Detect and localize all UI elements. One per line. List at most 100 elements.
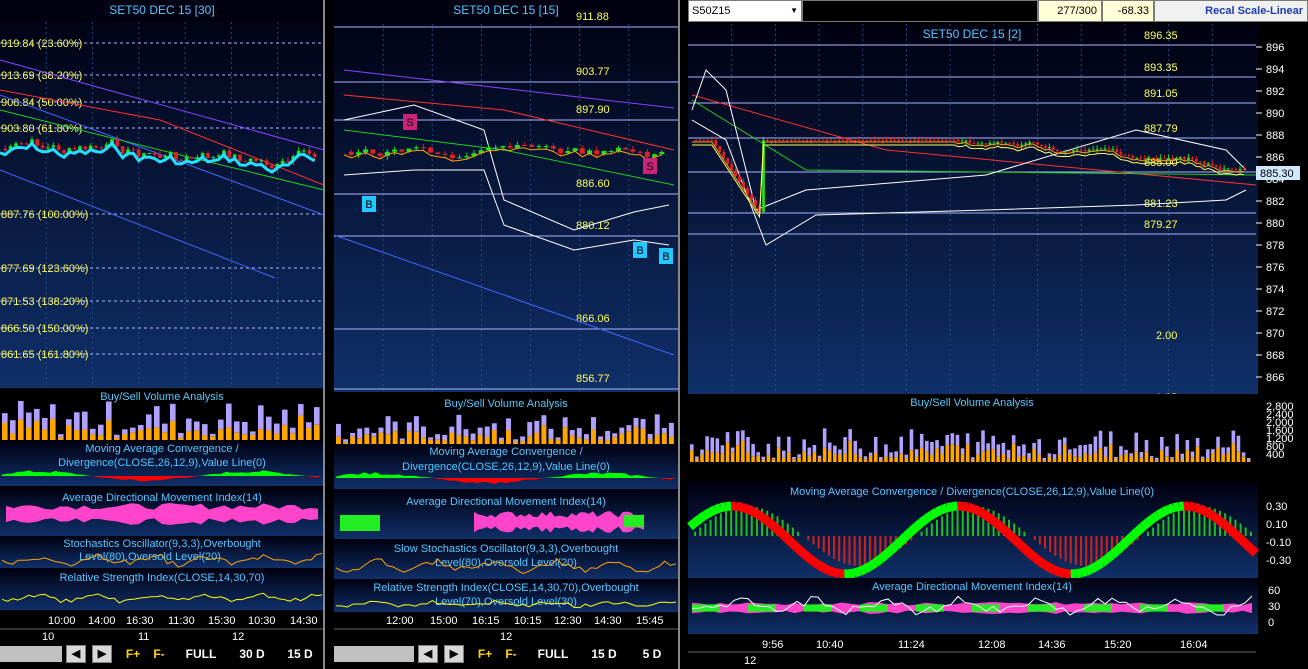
volume-buy-bar xyxy=(106,420,112,440)
volume-buy-bar xyxy=(154,427,160,440)
price-candle xyxy=(307,150,312,154)
price-candle xyxy=(948,140,952,141)
period-5d-button[interactable]: 5 D xyxy=(632,645,672,663)
scroll-right-button[interactable]: ▶ xyxy=(92,645,112,663)
volume-buy-bar xyxy=(647,438,653,444)
volume-sell-bar xyxy=(925,440,929,452)
price-candle xyxy=(348,151,354,155)
volume-buy-bar xyxy=(690,450,694,462)
volume-sell-bar xyxy=(1032,442,1036,450)
scroll-left-button[interactable]: ◀ xyxy=(66,645,86,663)
zoom-out-button[interactable]: F- xyxy=(500,645,522,663)
volume-sell-bar xyxy=(848,429,852,441)
macd-ribbon-segment xyxy=(1084,564,1094,576)
full-button[interactable]: FULL xyxy=(530,645,576,663)
macd-ribbon-segment xyxy=(1145,514,1156,527)
volume-sell-bar xyxy=(10,420,16,434)
chart-pane-30d[interactable]: SET50 DEC 15 [30] 919.84 (23.60%) 913.69 (… xyxy=(0,0,326,669)
volume-buy-bar xyxy=(827,450,832,462)
macd-ribbon-segment xyxy=(1134,523,1146,535)
price-candle xyxy=(493,147,499,149)
volume-sell-bar xyxy=(746,437,750,453)
price-candle xyxy=(1183,156,1186,160)
price-candle xyxy=(857,140,861,141)
scroll-right-button[interactable]: ▶ xyxy=(444,645,464,663)
signal-marker-label: B xyxy=(636,245,643,257)
price-candle xyxy=(543,146,549,148)
price-candle xyxy=(901,140,904,141)
volume-buy-bar xyxy=(138,430,144,440)
zoom-in-button[interactable]: F+ xyxy=(122,645,144,663)
recal-scale-button[interactable]: Recal Scale-Linear xyxy=(1154,0,1308,22)
volume-sell-bar xyxy=(1108,431,1113,445)
volume-buy-bar xyxy=(1052,458,1057,462)
price-candle xyxy=(428,147,434,153)
volume-sell-bar xyxy=(1170,457,1174,459)
volume-buy-bar xyxy=(2,423,8,440)
macd-ribbon-segment xyxy=(1053,566,1062,577)
price-candle xyxy=(99,147,104,149)
price-candle xyxy=(131,149,136,151)
price-candle xyxy=(211,156,216,158)
volume-sell-bar xyxy=(1093,436,1098,454)
volume-sell-bar xyxy=(654,414,660,435)
volume-buy-bar xyxy=(1001,453,1006,462)
y-axis-label: 866 xyxy=(1266,372,1284,384)
period-30d-button[interactable]: 30 D xyxy=(232,645,272,663)
macd-ribbon-segment xyxy=(1217,517,1228,529)
price-candle xyxy=(435,152,441,154)
volume-sell-bar xyxy=(1154,457,1159,461)
chart-canvas-30d[interactable]: SET50 DEC 15 [30]919.84 (23.60%)913.69 (… xyxy=(0,0,326,669)
date-label: 12 xyxy=(744,655,756,667)
volume-sell-bar xyxy=(282,409,288,425)
volume-buy-bar xyxy=(735,445,740,462)
zoom-in-button[interactable]: F+ xyxy=(474,645,496,663)
volume-buy-bar xyxy=(591,429,596,444)
chart-pane-15d[interactable]: SET50 DEC 15 [15] 911.88 903.77 897.90 886.6… xyxy=(334,0,680,669)
volume-sell-bar xyxy=(1211,449,1215,454)
macd-ribbon-segment xyxy=(1155,508,1166,519)
period-15d-button[interactable]: 15 D xyxy=(280,645,320,663)
scroll-left-button[interactable]: ◀ xyxy=(418,645,438,663)
volume-buy-bar xyxy=(282,424,288,440)
signal-marker-label: B xyxy=(365,199,372,211)
fib-label: 877.69 (123.60%) xyxy=(1,263,88,275)
volume-buy-bar xyxy=(242,434,248,440)
volume-buy-bar xyxy=(178,437,184,440)
volume-buy-bar xyxy=(766,455,771,462)
macd-ribbon-segment xyxy=(1103,551,1115,563)
price-candle xyxy=(913,140,916,141)
price-candle xyxy=(1040,144,1043,147)
change-readout: -68.33 xyxy=(1102,0,1154,22)
volume-sell-bar xyxy=(513,439,519,442)
volume-sell-bar xyxy=(598,436,604,440)
volume-sell-bar xyxy=(378,427,384,433)
period-15d-button[interactable]: 15 D xyxy=(584,645,624,663)
volume-buy-bar xyxy=(661,433,667,444)
volume-sell-bar xyxy=(336,423,341,437)
volume-buy-bar xyxy=(960,454,965,462)
volume-buy-bar xyxy=(1149,457,1154,462)
rsi-title: Relative Strength Index(CLOSE,14,30,70) xyxy=(60,572,265,584)
symbol-select[interactable]: S50Z15 ▼ xyxy=(688,0,802,22)
volume-buy-bar xyxy=(894,457,898,462)
macd-ribbon-segment xyxy=(1188,501,1196,512)
volume-title: Buy/Sell Volume Analysis xyxy=(910,397,1034,409)
chart-canvas-15d[interactable]: SET50 DEC 15 [15] 911.88 903.77 897.90 886.6… xyxy=(334,0,680,669)
y-axis-label: 872 xyxy=(1266,306,1284,318)
full-button[interactable]: FULL xyxy=(178,645,224,663)
price-candle xyxy=(1127,155,1131,157)
macd-ribbon-segment xyxy=(708,505,718,516)
adx-title: Average Directional Movement Index(14) xyxy=(62,492,262,504)
macd-ribbon-segment xyxy=(714,503,723,514)
volume-buy-bar xyxy=(26,427,32,440)
volume-sell-bar xyxy=(1236,435,1241,452)
volume-sell-bar xyxy=(154,406,160,428)
zoom-out-button[interactable]: F- xyxy=(148,645,170,663)
volume-sell-bar xyxy=(1119,446,1123,456)
chart-pane-intraday[interactable]: SET50 DEC 15 [2] 896.35 893.35 891.05 887.79… xyxy=(686,0,1308,669)
macd-ribbon-segment xyxy=(703,508,713,519)
volume-sell-bar xyxy=(146,414,152,429)
fib-label: 871.53 (138.20%) xyxy=(1,296,88,308)
chart-canvas-intraday[interactable]: SET50 DEC 15 [2] 896.35893.35891.05887.79… xyxy=(686,0,1308,669)
